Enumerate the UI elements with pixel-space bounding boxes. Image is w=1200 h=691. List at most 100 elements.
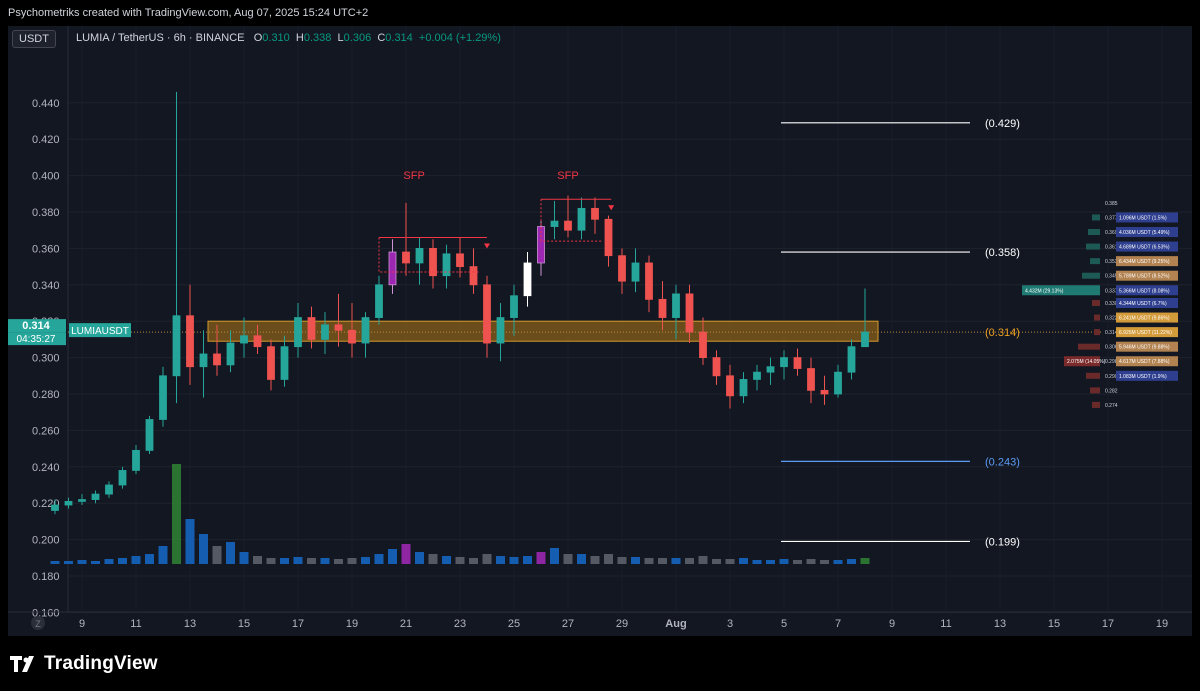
orderbook-ask-label: 4.617M USDT (7.88%) (1119, 359, 1170, 365)
volume-bar (145, 554, 154, 564)
time-axis-tick: 9 (889, 618, 895, 630)
candle-body (807, 368, 815, 391)
volume-bar (253, 556, 262, 564)
orderbook-bid-bar (1078, 343, 1100, 350)
candle-body (780, 357, 788, 368)
candle-body (510, 295, 518, 318)
volume-bar (752, 560, 762, 564)
last-price-tag: 0.314 (22, 320, 50, 332)
volume-bar (658, 558, 667, 564)
candle-body (118, 470, 127, 486)
tradingview-logo-text: TradingView (44, 653, 158, 674)
volume-bar (388, 549, 397, 564)
candle-body (577, 207, 586, 231)
volume-bar (617, 557, 627, 564)
volume-bar (64, 561, 73, 564)
symbol-title[interactable]: LUMIA / TetherUS · 6h · BINANCE (76, 32, 245, 44)
symbol-tag: LUMIAUSDT (71, 326, 129, 337)
volume-bar (766, 560, 775, 564)
price-chart[interactable]: 0.4400.4200.4000.3800.3600.3400.3200.300… (8, 26, 1192, 636)
time-axis-tick: 25 (508, 618, 520, 630)
orderbook-ask-label: 5.946M USDT (9.88%) (1119, 345, 1170, 351)
candle-body (402, 251, 410, 264)
volume-bar (118, 558, 127, 564)
volume-bar (212, 546, 222, 564)
tradingview-logo[interactable]: TradingView (10, 653, 158, 674)
time-axis-tick: 13 (184, 618, 196, 630)
price-axis-tick: 0.180 (32, 571, 60, 583)
volume-bar (91, 561, 100, 564)
volume-bar (428, 554, 438, 564)
time-axis-tick: 11 (130, 618, 141, 630)
orderbook-bid-bar (1092, 401, 1100, 408)
candle-body (334, 324, 343, 331)
sfp-label: SFP (557, 170, 578, 182)
orderbook-price: 0.345 (1105, 274, 1118, 280)
symbol-legend: LUMIA / TetherUS · 6h · BINANCE O0.310 H… (76, 32, 501, 44)
orderbook-ask-label: 5.789M USDT (8.52%) (1119, 274, 1170, 280)
candle-body (199, 353, 208, 368)
orderbook-bid-label: 2.075M (14.05%) (1067, 359, 1106, 365)
orderbook-ask-label: 5.366M USDT (8.08%) (1119, 288, 1170, 294)
candle-body (685, 293, 694, 333)
orderbook-price: 0.314 (1105, 330, 1118, 336)
time-axis-tick: 11 (940, 618, 951, 630)
candle-body (726, 375, 734, 397)
price-axis-tick: 0.200 (32, 535, 60, 547)
author-credit: Psychometriks created with TradingView.c… (8, 7, 369, 19)
volume-bar (725, 559, 735, 564)
candle-body (240, 335, 248, 344)
high-label: H (295, 32, 304, 44)
orderbook-price: 0.369 (1105, 230, 1118, 236)
candle-body (712, 357, 721, 377)
volume-bar (577, 554, 586, 564)
candle-body (766, 366, 775, 373)
time-axis-tick: 15 (1048, 618, 1060, 630)
volume-bar (280, 558, 289, 564)
candle-body (658, 298, 667, 318)
candle-body (591, 207, 599, 220)
orderbook-ask-label: 6.434M USDT (9.25%) (1119, 259, 1170, 265)
volume-bar (401, 544, 411, 564)
volume-bar (374, 554, 384, 564)
volume-bar (469, 558, 478, 564)
price-axis-tick: 0.400 (32, 171, 60, 183)
orderbook-bid-bar (1086, 372, 1100, 379)
candle-body (105, 484, 113, 495)
candle-body (51, 504, 59, 511)
orderbook-bid-bar (1086, 243, 1100, 250)
candle-body (375, 284, 383, 318)
orderbook-ask-label: 4.344M USDT (6.7%) (1119, 301, 1167, 307)
orderbook-bid-bar (1088, 229, 1100, 236)
volume-bar (860, 558, 870, 564)
close-value: 0.314 (385, 32, 413, 44)
candle-body (415, 247, 424, 264)
currency-chip[interactable]: USDT (12, 30, 56, 48)
volume-bar (482, 554, 492, 564)
volume-bar (77, 560, 87, 564)
candle-body (564, 220, 572, 231)
orderbook-price: 0.361 (1105, 245, 1118, 251)
candle-body (388, 251, 397, 286)
orderbook-ask-label: 4.036M USDT (5.49%) (1119, 230, 1170, 236)
time-axis-tick: 23 (454, 618, 466, 630)
volume-bar (307, 558, 316, 564)
volume-bar (131, 556, 141, 564)
price-axis-tick: 0.240 (32, 462, 60, 474)
candle-body (604, 218, 613, 257)
candle-body (456, 253, 464, 268)
candle-body (226, 342, 235, 366)
target-level-label: (0.243) (985, 456, 1020, 468)
candle-body (523, 262, 532, 297)
volume-bar (347, 558, 357, 564)
volume-bar (442, 556, 451, 564)
orderbook-bid-bar (1090, 387, 1100, 394)
price-axis-tick: 0.340 (32, 280, 60, 292)
volume-bar (712, 559, 721, 564)
target-level-label: (0.314) (985, 327, 1020, 339)
target-level-label: (0.199) (985, 536, 1020, 548)
open-label: O (253, 32, 263, 44)
volume-bar (361, 557, 370, 564)
volume-bar (739, 558, 748, 564)
chart-panel[interactable]: 0.4400.4200.4000.3800.3600.3400.3200.300… (8, 26, 1192, 636)
